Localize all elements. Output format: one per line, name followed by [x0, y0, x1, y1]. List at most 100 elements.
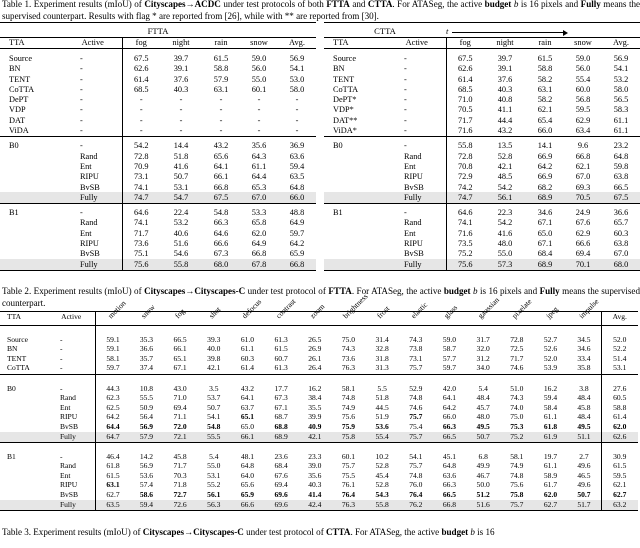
cell-value: 64.2 — [537, 161, 553, 171]
cell-value: 53.1 — [173, 182, 189, 192]
cell-value: 66.8 — [251, 249, 267, 259]
cell-value: - — [295, 115, 299, 125]
cell-value: 34.6 — [577, 344, 591, 354]
cell-value: 40.9 — [308, 421, 322, 431]
row-active: Ent — [80, 161, 92, 171]
row-group-label: B0 — [9, 141, 19, 151]
table1-right-block1: Source - 67.5 39.7 61.5 59.0 56.9 BN - 62.6 39.1 58… — [324, 53, 640, 137]
row-active: - — [80, 126, 83, 136]
cell-value: 63.1 — [213, 84, 229, 94]
cell-value: 48.4 — [577, 393, 591, 403]
cell-value: 67.5 — [121, 53, 160, 64]
row-active: - — [404, 74, 407, 84]
cell-value: 64.2 — [289, 238, 305, 248]
cell-value: - — [219, 105, 223, 115]
row-active: BvSB — [404, 249, 424, 259]
cell-value: 68.9 — [537, 259, 553, 269]
cell-value: 75.8 — [510, 490, 524, 500]
table1-left-group-header-row: FTTA — [0, 22, 317, 38]
row-active: - — [404, 126, 407, 136]
row-group-label — [324, 192, 388, 203]
table1-right-ctta: CTTA t TTA Active fog night rain snow Av… — [324, 22, 640, 272]
row-method: DAT — [9, 115, 26, 125]
cell-value: 34.0 — [476, 363, 490, 373]
t1-cap-b2: FTTA — [326, 0, 350, 9]
table1-right-block-b1: B1-64.6 22.3 34.6 24.9 36.6 Rand 74.1 54.2 67.1 6… — [324, 207, 640, 271]
row-active: - — [404, 208, 407, 218]
col-defocus: defocus — [230, 297, 265, 326]
cell-value: 72.0 — [173, 421, 187, 431]
cell-value: 67.8 — [251, 259, 267, 269]
cell-value: 61.5 — [537, 53, 553, 63]
cell-value: 66.3 — [442, 421, 457, 431]
cell-value: - — [295, 105, 299, 115]
cell-value: 73.8 — [409, 344, 423, 354]
cell-value: 50.7 — [577, 490, 591, 500]
cell-value: 62.3 — [95, 393, 130, 404]
row-active: - — [404, 53, 407, 63]
time-symbol: t — [446, 26, 449, 37]
col-avg: Avg. — [600, 311, 638, 326]
cell-value: 56.5 — [613, 95, 629, 105]
cell-value: 53.3 — [251, 208, 267, 218]
col-elastic: elastic — [398, 300, 433, 326]
cell-value: 54.7 — [173, 192, 189, 202]
col-active: Active — [405, 38, 428, 47]
cell-value: 53.2 — [173, 218, 189, 228]
cell-value: 61.1 — [613, 115, 629, 125]
cell-value: 22.3 — [497, 208, 513, 218]
table-row: Fully 75.6 55.8 68.0 67.8 66.8 — [0, 259, 317, 271]
cell-value: 51.2 — [476, 490, 490, 500]
row-method: DePT — [9, 95, 29, 105]
cell-value: 66.6 — [240, 499, 255, 509]
cell-value: 65.7 — [613, 218, 629, 228]
table1-caption: Table 1. Experiment results (mIoU) of Ci… — [0, 0, 640, 22]
row-group-label — [324, 172, 388, 182]
col-glass: glass — [432, 303, 467, 326]
cell-value: 52.2 — [600, 344, 638, 355]
table1-right-bottom-rule — [324, 269, 640, 272]
cell-value: 67.1 — [537, 238, 553, 248]
cell-value: 51.6 — [476, 499, 490, 509]
cell-value: 73.1 — [121, 171, 160, 183]
col-snow: snow — [574, 38, 592, 47]
row-group-label — [324, 239, 388, 249]
cell-value: 51.8 — [173, 151, 189, 161]
cell-value: 53.0 — [289, 74, 305, 84]
cell-value: - — [121, 105, 160, 116]
row-method: Source — [333, 53, 357, 63]
cell-value: - — [219, 126, 223, 136]
cell-value: 75.9 — [341, 421, 356, 431]
table-row: Rand 74.1 53.2 66.3 65.8 64.9 — [0, 218, 316, 229]
row-active: Rand — [80, 218, 98, 228]
cell-value: 56.9 — [139, 421, 154, 431]
cell-value: 65.9 — [240, 490, 255, 500]
cell-value: 60.3 — [613, 228, 629, 238]
cell-value: 63.8 — [613, 238, 629, 248]
table-row: RIPU 73.5 48.0 67.1 66.6 63.8 — [324, 238, 640, 249]
cell-value: 31.3 — [375, 363, 389, 373]
cell-value: 62.1 — [575, 161, 591, 171]
table1-left-column-header-row: TTA Active fog night rain snow Avg. — [0, 37, 317, 49]
table1-right-group-header-row: CTTA t — [324, 22, 640, 38]
cell-value: 40.8 — [497, 95, 513, 105]
row-group-label — [0, 249, 64, 259]
t3-cap-m1: under test protocol of — [243, 527, 326, 537]
row-active: - — [80, 84, 83, 94]
cell-value: 72.1 — [173, 431, 187, 441]
cell-value: 14.1 — [537, 141, 553, 151]
cell-value: 50.7 — [476, 431, 490, 441]
t2-cap-m4: is 16 pixels and — [477, 286, 540, 296]
col-jpeg: jpeg — [533, 304, 568, 326]
cell-value: 42.1 — [497, 161, 513, 171]
table-column-gap — [316, 22, 324, 272]
cell-value: 64.9 — [289, 218, 305, 228]
cell-value: 56.9 — [613, 53, 629, 63]
table-row: Ent 70.8 42.1 64.2 62.1 59.8 — [324, 161, 640, 172]
cell-value: 48.5 — [497, 172, 513, 182]
t3-cap-b1: Cityscapes→Cityscapes-C — [142, 527, 244, 537]
col-fog: fog — [163, 307, 197, 326]
cell-value: 40.6 — [173, 228, 189, 238]
row-method: TENT — [333, 74, 355, 84]
cell-value: 36.9 — [289, 141, 305, 151]
